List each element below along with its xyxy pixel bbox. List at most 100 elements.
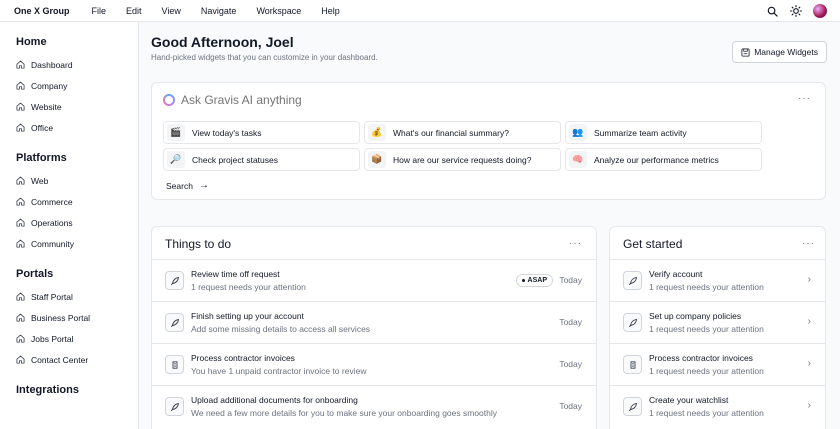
chevron-right-icon: › bbox=[807, 400, 811, 411]
sidebar-item-website[interactable]: Website bbox=[0, 96, 138, 117]
menu-edit[interactable]: Edit bbox=[126, 6, 142, 16]
search-icon[interactable] bbox=[764, 3, 780, 19]
sidebar-item-label: Staff Portal bbox=[31, 291, 73, 302]
menu-view[interactable]: View bbox=[162, 6, 181, 16]
home-icon bbox=[16, 355, 25, 364]
get-started-row[interactable]: Set up company policies 1 request needs … bbox=[610, 301, 825, 343]
row-title: Create your watchlist bbox=[649, 395, 729, 405]
status-badge-label: ASAP bbox=[527, 277, 547, 284]
ai-suggestion-label: What's our financial summary? bbox=[393, 127, 509, 138]
sidebar-item-label: Business Portal bbox=[31, 312, 91, 323]
rocket-icon bbox=[623, 397, 642, 416]
ai-suggestion-label: Summarize team activity bbox=[594, 127, 687, 138]
ai-search-label: Search bbox=[166, 180, 193, 191]
sidebar-item-label: Company bbox=[31, 80, 68, 91]
home-icon bbox=[16, 218, 25, 227]
todo-row[interactable]: Review time off request 1 request needs … bbox=[152, 259, 596, 301]
home-icon bbox=[16, 292, 25, 301]
chevron-right-icon: › bbox=[807, 358, 811, 369]
menu-bar: One X Group File Edit View Navigate Work… bbox=[0, 0, 840, 22]
row-subtitle: 1 request needs your attention bbox=[649, 324, 764, 334]
home-icon bbox=[16, 81, 25, 90]
row-date: Today bbox=[559, 275, 582, 285]
rocket-icon bbox=[165, 313, 184, 332]
home-icon bbox=[16, 123, 25, 132]
sidebar-section-portals: Portals Staff Portal Business Portal Job… bbox=[0, 268, 138, 370]
ai-suggestion-label: Check project statuses bbox=[192, 154, 278, 165]
ai-suggestion[interactable]: 🧠 Analyze our performance metrics bbox=[565, 148, 762, 171]
ai-search-link[interactable]: Search → bbox=[166, 180, 209, 191]
manage-widgets-label: Manage Widgets bbox=[754, 47, 818, 57]
sidebar-item-business-portal[interactable]: Business Portal bbox=[0, 307, 138, 328]
sidebar-item-dashboard[interactable]: Dashboard bbox=[0, 54, 138, 75]
save-icon bbox=[741, 47, 750, 57]
ai-suggestion[interactable]: 🔎 Check project statuses bbox=[163, 148, 360, 171]
ai-suggestion[interactable]: 📦 How are our service requests doing? bbox=[364, 148, 561, 171]
menu-help[interactable]: Help bbox=[321, 6, 340, 16]
sidebar-item-label: Operations bbox=[31, 217, 73, 228]
arrow-right-icon: → bbox=[198, 180, 209, 191]
menu-file[interactable]: File bbox=[92, 6, 107, 16]
home-icon bbox=[16, 60, 25, 69]
sidebar-item-operations[interactable]: Operations bbox=[0, 212, 138, 233]
home-icon bbox=[16, 176, 25, 185]
sidebar-item-community[interactable]: Community bbox=[0, 233, 138, 254]
rocket-icon bbox=[623, 271, 642, 290]
document-icon bbox=[623, 355, 642, 374]
ai-suggestion-label: Analyze our performance metrics bbox=[594, 154, 719, 165]
row-title: Finish setting up your account bbox=[191, 311, 304, 321]
row-subtitle: You have 1 unpaid contractor invoice to … bbox=[191, 366, 367, 376]
more-options-icon[interactable]: ··· bbox=[569, 238, 582, 249]
menu-navigate[interactable]: Navigate bbox=[201, 6, 237, 16]
people-icon: 👥 bbox=[569, 124, 587, 141]
status-badge: ASAP bbox=[515, 274, 553, 287]
chevron-right-icon: › bbox=[807, 274, 811, 285]
ai-prompt-input[interactable] bbox=[181, 93, 481, 107]
home-icon bbox=[16, 313, 25, 322]
sidebar-item-contact-center[interactable]: Contact Center bbox=[0, 349, 138, 370]
get-started-row[interactable]: Verify account 1 request needs your atte… bbox=[610, 259, 825, 301]
sidebar-item-company[interactable]: Company bbox=[0, 75, 138, 96]
sidebar-item-office[interactable]: Office bbox=[0, 117, 138, 138]
sidebar-item-web[interactable]: Web bbox=[0, 170, 138, 191]
ai-suggestion[interactable]: 👥 Summarize team activity bbox=[565, 121, 762, 144]
get-started-card: Get started ··· Verify account 1 request… bbox=[609, 226, 826, 429]
row-title: Upload additional documents for onboardi… bbox=[191, 395, 358, 405]
main-content: Good Afternoon, Joel Hand-picked widgets… bbox=[139, 22, 840, 429]
row-subtitle: Add some missing details to access all s… bbox=[191, 324, 371, 334]
sidebar-item-commerce[interactable]: Commerce bbox=[0, 191, 138, 212]
avatar[interactable] bbox=[812, 3, 828, 19]
sidebar-item-staff-portal[interactable]: Staff Portal bbox=[0, 286, 138, 307]
todo-row[interactable]: Process contractor invoices You have 1 u… bbox=[152, 343, 596, 385]
home-icon bbox=[16, 197, 25, 206]
sidebar-item-label: Web bbox=[31, 175, 49, 186]
more-options-icon[interactable]: ··· bbox=[802, 238, 815, 249]
todo-row[interactable]: Upload additional documents for onboardi… bbox=[152, 385, 596, 427]
more-options-icon[interactable]: ··· bbox=[798, 93, 811, 104]
sidebar-heading: Home bbox=[16, 36, 47, 48]
ai-suggestion[interactable]: 💰 What's our financial summary? bbox=[364, 121, 561, 144]
ai-prompt bbox=[163, 93, 481, 107]
row-date: Today bbox=[559, 317, 582, 327]
row-subtitle: 1 request needs your attention bbox=[649, 366, 764, 376]
row-title: Process contractor invoices bbox=[649, 353, 753, 363]
ai-suggestion[interactable]: 🎬 View today's tasks bbox=[163, 121, 360, 144]
sidebar-item-label: Jobs Portal bbox=[31, 333, 74, 344]
manage-widgets-button[interactable]: Manage Widgets bbox=[732, 41, 827, 63]
chevron-right-icon: › bbox=[807, 316, 811, 327]
get-started-row[interactable]: Process contractor invoices 1 request ne… bbox=[610, 343, 825, 385]
sidebar-heading: Portals bbox=[16, 268, 54, 280]
app-brand[interactable]: One X Group bbox=[14, 6, 70, 16]
todo-row[interactable]: Finish setting up your account Add some … bbox=[152, 301, 596, 343]
row-date: Today bbox=[559, 401, 582, 411]
home-icon bbox=[16, 239, 25, 248]
document-icon bbox=[165, 355, 184, 374]
sidebar-item-jobs-portal[interactable]: Jobs Portal bbox=[0, 328, 138, 349]
page-title: Good Afternoon, Joel bbox=[151, 34, 294, 50]
sun-icon[interactable] bbox=[788, 3, 804, 19]
rocket-icon bbox=[165, 271, 184, 290]
rocket-icon bbox=[165, 397, 184, 416]
menu-workspace[interactable]: Workspace bbox=[256, 6, 301, 16]
ai-suggestion-label: How are our service requests doing? bbox=[393, 154, 532, 165]
get-started-row[interactable]: Create your watchlist 1 request needs yo… bbox=[610, 385, 825, 427]
